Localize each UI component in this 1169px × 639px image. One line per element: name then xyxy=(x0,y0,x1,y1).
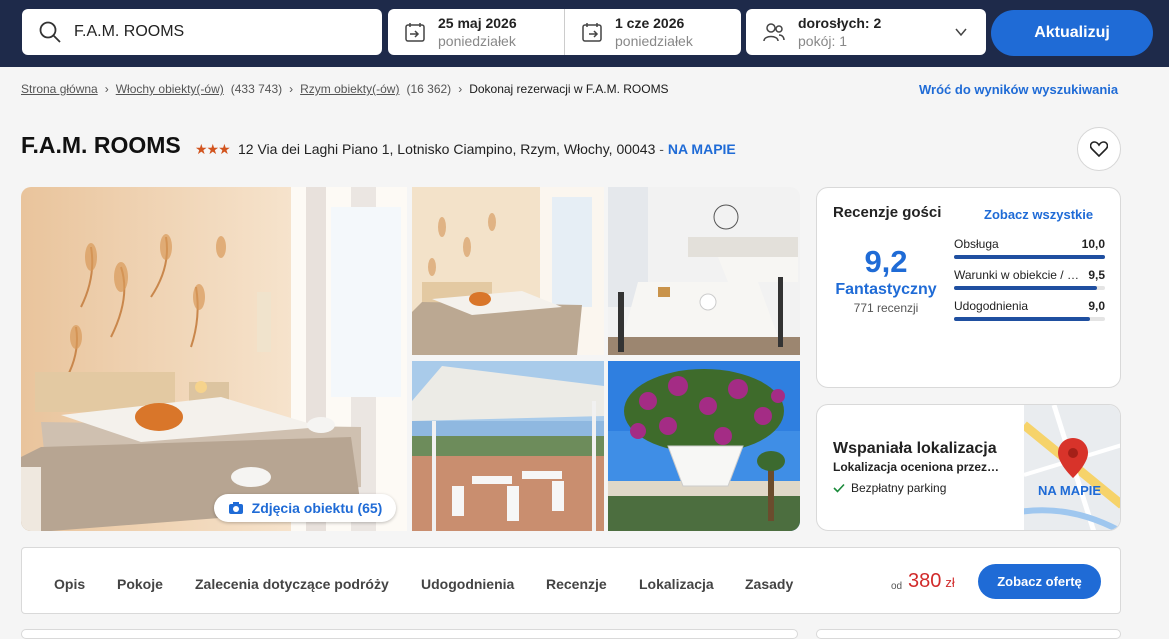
tab-description[interactable]: Opis xyxy=(54,576,85,592)
update-search-button[interactable]: Aktualizuj xyxy=(991,10,1153,56)
reviews-card: Recenzje gości Zobacz wszystkie 9,2 Fant… xyxy=(816,187,1121,388)
breadcrumb-home[interactable]: Strona główna xyxy=(21,82,98,96)
breadcrumb-country[interactable]: Włochy obiekty(-ów) xyxy=(116,82,224,96)
tab-reviews[interactable]: Recenzje xyxy=(546,576,607,592)
photo-breakfast-room[interactable] xyxy=(608,187,800,355)
rating-value: 9,5 xyxy=(1088,268,1105,282)
date-picker[interactable]: 25 maj 2026 poniedziałek 1 cze 2026 poni… xyxy=(388,9,741,55)
content-card-edge xyxy=(21,629,798,639)
parking-info: Bezpłatny parking xyxy=(833,481,946,495)
rating-bar-fill xyxy=(954,286,1098,290)
flowers-image xyxy=(608,361,800,531)
sidebar-card-edge xyxy=(816,629,1121,639)
breadcrumb: Strona główna › Włochy obiekty(-ów) (433… xyxy=(21,82,669,96)
rating-bar xyxy=(954,286,1105,290)
camera-icon xyxy=(228,502,243,514)
photo-bedroom-2[interactable] xyxy=(412,187,604,355)
checkin-date-field[interactable]: 25 maj 2026 poniedziałek xyxy=(388,9,564,55)
back-to-results-link[interactable]: Wróć do wyników wyszukiwania xyxy=(919,82,1118,97)
tab-travel-advice[interactable]: Zalecenia dotyczące podróży xyxy=(195,576,389,592)
hotel-address-line: 12 Via dei Laghi Piano 1, Lotnisko Ciamp… xyxy=(238,141,736,157)
parking-label: Bezpłatny parking xyxy=(851,481,947,495)
checkin-calendar-icon xyxy=(405,23,425,42)
guests-selector[interactable]: dorosłych: 2 pokój: 1 xyxy=(746,9,986,55)
photo-gallery[interactable] xyxy=(21,187,800,531)
destination-search-field[interactable]: F.A.M. ROOMS xyxy=(22,9,382,55)
adults-count: dorosłych: 2 xyxy=(798,15,882,31)
map-pin-icon xyxy=(1058,438,1088,478)
hotel-address: 12 Via dei Laghi Piano 1, Lotnisko Ciamp… xyxy=(238,141,656,157)
checkout-day: poniedziałek xyxy=(615,33,693,49)
rating-value: 9,0 xyxy=(1088,299,1105,313)
map-thumbnail[interactable]: NA MAPIE xyxy=(1003,405,1120,530)
review-count: 771 recenzji xyxy=(853,301,919,315)
price-currency: zł xyxy=(945,575,955,590)
see-offer-button[interactable]: Zobacz ofertę xyxy=(978,564,1101,599)
chevron-right-icon: › xyxy=(104,82,109,96)
property-tabs-bar: Opis Pokoje Zalecenia dotyczące podróży … xyxy=(21,547,1121,614)
photos-button-label: Zdjęcia obiektu (65) xyxy=(251,500,383,516)
terrace-image xyxy=(412,361,604,531)
photo-bedroom-main[interactable] xyxy=(21,187,407,531)
tab-rooms[interactable]: Pokoje xyxy=(117,576,163,592)
star-rating-icon: ★★★ xyxy=(195,141,231,157)
chevron-right-icon: › xyxy=(458,82,463,96)
rating-bar xyxy=(954,255,1105,259)
price: 380 zł xyxy=(908,570,955,593)
search-header: F.A.M. ROOMS 25 maj 2026 poniedziałek 1 … xyxy=(0,0,1169,67)
rating-bar-fill xyxy=(954,317,1090,321)
bedroom-image-2 xyxy=(412,187,604,355)
chevron-right-icon: › xyxy=(289,82,294,96)
review-score: 9,2 Fantastyczny 771 recenzji xyxy=(817,244,955,315)
photo-flowers[interactable] xyxy=(608,361,800,531)
tab-amenities[interactable]: Udogodnienia xyxy=(421,576,514,592)
location-heading: Wspaniała lokalizacja xyxy=(833,440,997,457)
see-all-reviews-link[interactable]: Zobacz wszystkie xyxy=(984,207,1093,222)
checkout-date: 1 cze 2026 xyxy=(615,15,685,31)
rooms-count: pokój: 1 xyxy=(798,33,848,49)
location-subheading: Lokalizacja oceniona przez… xyxy=(833,460,1000,474)
photo-terrace[interactable] xyxy=(412,361,604,531)
rating-label: Warunki w obiekcie / czystość xyxy=(954,268,1079,282)
review-score-value: 9,2 xyxy=(864,244,908,279)
rating-value: 10,0 xyxy=(1081,237,1105,251)
chevron-down-icon xyxy=(955,28,967,37)
checkin-date: 25 maj 2026 xyxy=(438,15,517,31)
breadcrumb-city-count: (16 362) xyxy=(406,82,452,96)
destination-value: F.A.M. ROOMS xyxy=(74,23,185,40)
price-amount: 380 xyxy=(908,570,942,592)
rating-bar-fill xyxy=(954,255,1105,259)
rating-label: Obsługa xyxy=(954,237,999,251)
breadcrumb-city[interactable]: Rzym obiekty(-ów) xyxy=(300,82,399,96)
show-on-map-link[interactable]: NA MAPIE xyxy=(668,141,736,157)
checkin-day: poniedziałek xyxy=(438,33,516,49)
price-from-label: od xyxy=(891,581,903,592)
people-icon xyxy=(763,23,785,42)
checkmark-icon xyxy=(833,483,845,493)
favorite-button[interactable] xyxy=(1077,127,1121,171)
rating-bar xyxy=(954,317,1105,321)
rating-label: Udogodnienia xyxy=(954,299,1029,313)
checkout-date-field[interactable]: 1 cze 2026 poniedziałek xyxy=(564,9,741,55)
heart-icon xyxy=(1090,141,1108,157)
hotel-name: F.A.M. ROOMS xyxy=(21,132,181,158)
breadcrumb-country-count: (433 743) xyxy=(230,82,283,96)
breakfast-room-image xyxy=(608,187,800,355)
location-card[interactable]: Wspaniała lokalizacja Lokalizacja ocenio… xyxy=(816,404,1121,531)
address-separator: - xyxy=(655,141,668,157)
checkout-calendar-icon xyxy=(582,23,602,42)
reviews-heading: Recenzje gości xyxy=(833,204,942,221)
breadcrumb-current: Dokonaj rezerwacji w F.A.M. ROOMS xyxy=(469,82,669,96)
photos-button[interactable]: Zdjęcia obiektu (65) xyxy=(214,494,396,522)
review-score-verdict: Fantastyczny xyxy=(835,281,937,298)
bedroom-image xyxy=(21,187,407,531)
tab-rules[interactable]: Zasady xyxy=(745,576,793,592)
tab-location[interactable]: Lokalizacja xyxy=(639,576,714,592)
search-icon xyxy=(39,21,61,43)
map-label: NA MAPIE xyxy=(1038,483,1102,498)
